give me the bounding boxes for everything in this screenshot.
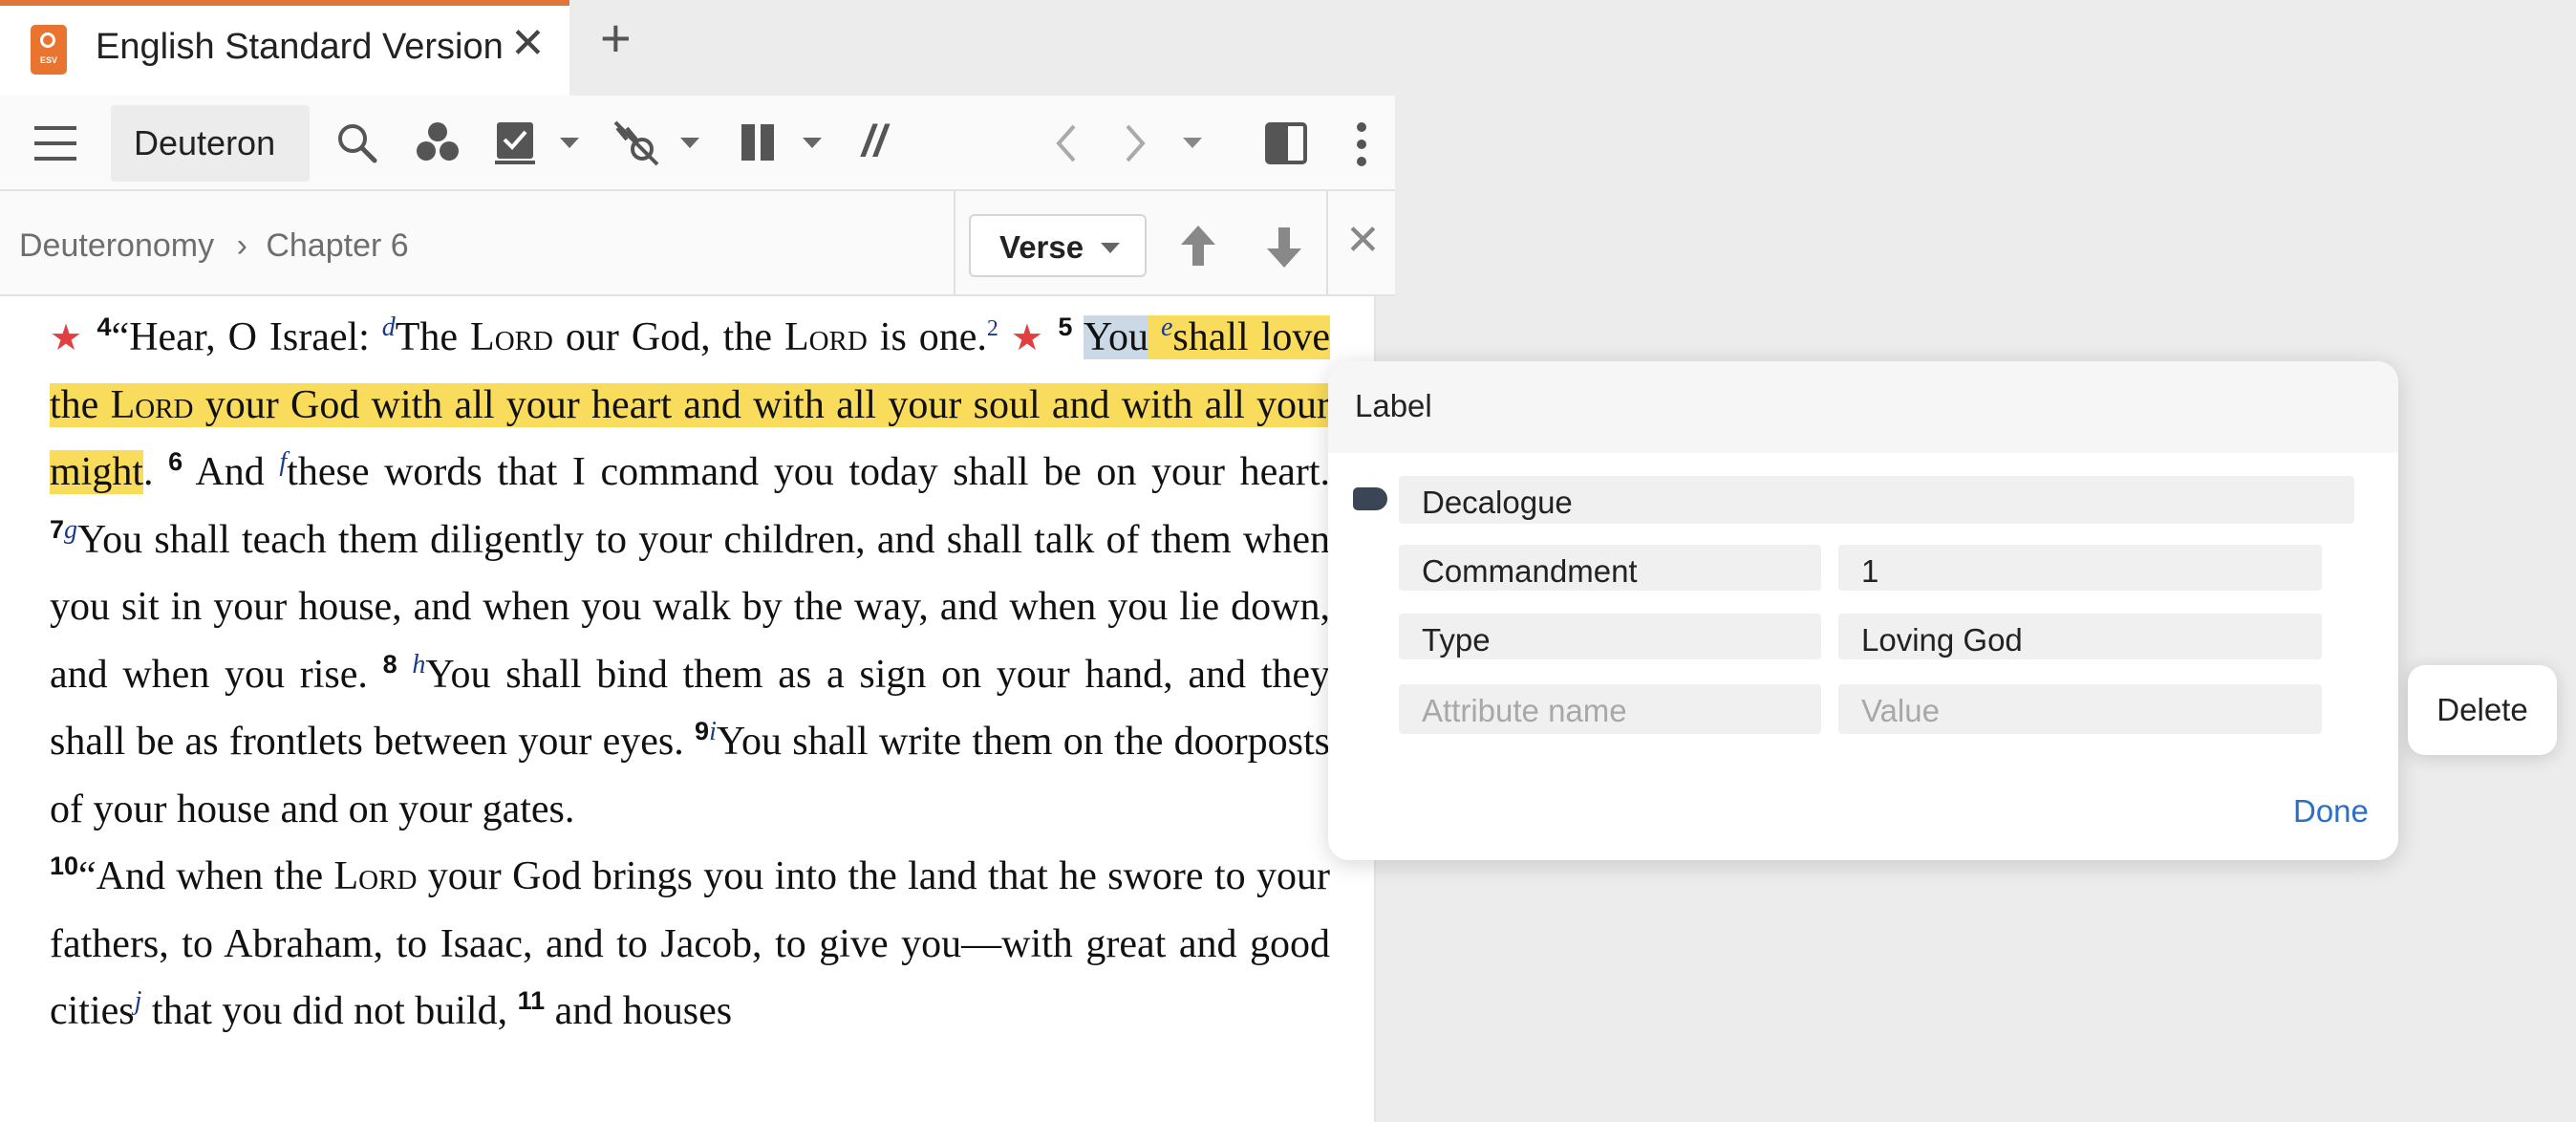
search-icon[interactable] [336, 122, 378, 164]
more-icon[interactable] [1351, 120, 1372, 168]
verse-number[interactable]: 4 [97, 313, 112, 341]
no-compare-icon[interactable] [612, 119, 661, 168]
history-dropdown-icon[interactable] [1183, 138, 1202, 148]
attribute-value-field[interactable]: Loving God [1838, 614, 2322, 659]
footnote-link[interactable]: h [412, 650, 425, 680]
close-breadcrumb-icon[interactable]: ✕ [1345, 220, 1381, 262]
verse-number[interactable]: 9 [695, 717, 709, 745]
split-view-icon[interactable] [1265, 122, 1307, 164]
columns-icon[interactable] [741, 124, 776, 162]
verse-number[interactable]: 11 [518, 986, 546, 1015]
new-attribute-value-input[interactable]: Value [1838, 684, 2322, 734]
attribute-name-field[interactable]: Type [1399, 614, 1821, 659]
checklist-dropdown-icon[interactable] [560, 138, 579, 148]
columns-dropdown-icon[interactable] [803, 138, 822, 148]
done-button[interactable]: Done [2293, 793, 2369, 830]
popup-title: Label [1355, 388, 1432, 423]
compare-dropdown-icon[interactable] [680, 138, 699, 148]
breadcrumb-chapter[interactable]: Chapter 6 [266, 227, 408, 264]
label-tag-icon [1353, 487, 1387, 510]
footnote-link[interactable]: g [64, 515, 77, 545]
footnote-link[interactable]: f [279, 447, 287, 477]
star-bookmark-icon[interactable]: ★ [1011, 316, 1046, 358]
popup-header: Label [1328, 361, 2398, 453]
arrow-up-icon[interactable] [1179, 226, 1217, 268]
label-name-field[interactable]: Decalogue [1399, 476, 2354, 524]
bible-text-pane[interactable]: ★ 4“Hear, O Israel: dThe Lord our God, t… [0, 296, 1376, 1122]
paragraph: ★ 4“Hear, O Israel: dThe Lord our God, t… [50, 313, 1331, 831]
add-tab-icon[interactable]: + [600, 11, 632, 65]
verse-number[interactable]: 10 [50, 852, 78, 880]
breadcrumb-separator: › [236, 227, 247, 264]
footnote-link[interactable]: 2 [987, 316, 998, 341]
menu-icon[interactable] [34, 124, 76, 162]
strongs-icon[interactable] [417, 120, 459, 164]
star-bookmark-icon[interactable]: ★ [50, 316, 85, 358]
back-icon[interactable] [1053, 122, 1080, 164]
navigation-mode-value: Verse [999, 229, 1084, 265]
paragraph: 10“And when the Lord your God brings you… [50, 852, 1330, 1034]
footnote-link[interactable]: e [1161, 313, 1172, 342]
checklist-icon[interactable] [495, 120, 537, 164]
attribute-value-field[interactable]: 1 [1838, 545, 2322, 591]
label-popup: Label Decalogue Commandment 1 Type Lovin… [1328, 361, 2398, 860]
tab-title: English Standard Version [96, 27, 504, 67]
reference-input[interactable]: Deuteron [111, 105, 310, 182]
bible-text: ★ 4“Hear, O Israel: dThe Lord our God, t… [50, 304, 1331, 1046]
verse-number[interactable]: 5 [1058, 313, 1072, 341]
chevron-down-icon [1101, 243, 1120, 253]
breadcrumb-book[interactable]: Deuteronomy [19, 227, 214, 264]
footnote-link[interactable]: d [382, 313, 396, 342]
new-attribute-name-input[interactable]: Attribute name [1399, 684, 1821, 734]
close-tab-icon[interactable]: ✕ [510, 23, 546, 65]
text-selection: You [1083, 315, 1148, 359]
toolbar: Deuteron // [0, 96, 1395, 191]
arrow-down-icon[interactable] [1265, 226, 1303, 268]
breadcrumb: Deuteronomy › Chapter 6 Verse ✕ [0, 191, 1395, 296]
delete-button[interactable]: Delete [2408, 665, 2557, 755]
document-tab[interactable]: ESV English Standard Version ✕ [0, 0, 569, 96]
verse-number[interactable]: 8 [383, 650, 397, 679]
footnote-link[interactable]: i [709, 717, 717, 746]
esv-book-icon: ESV [31, 25, 67, 75]
navigation-mode-select[interactable]: Verse [969, 214, 1147, 277]
verse-number[interactable]: 7 [50, 515, 64, 544]
attribute-name-field[interactable]: Commandment [1399, 545, 1821, 591]
parallel-icon[interactable]: // [862, 115, 887, 166]
forward-icon[interactable] [1122, 122, 1148, 164]
verse-number[interactable]: 6 [168, 447, 182, 476]
